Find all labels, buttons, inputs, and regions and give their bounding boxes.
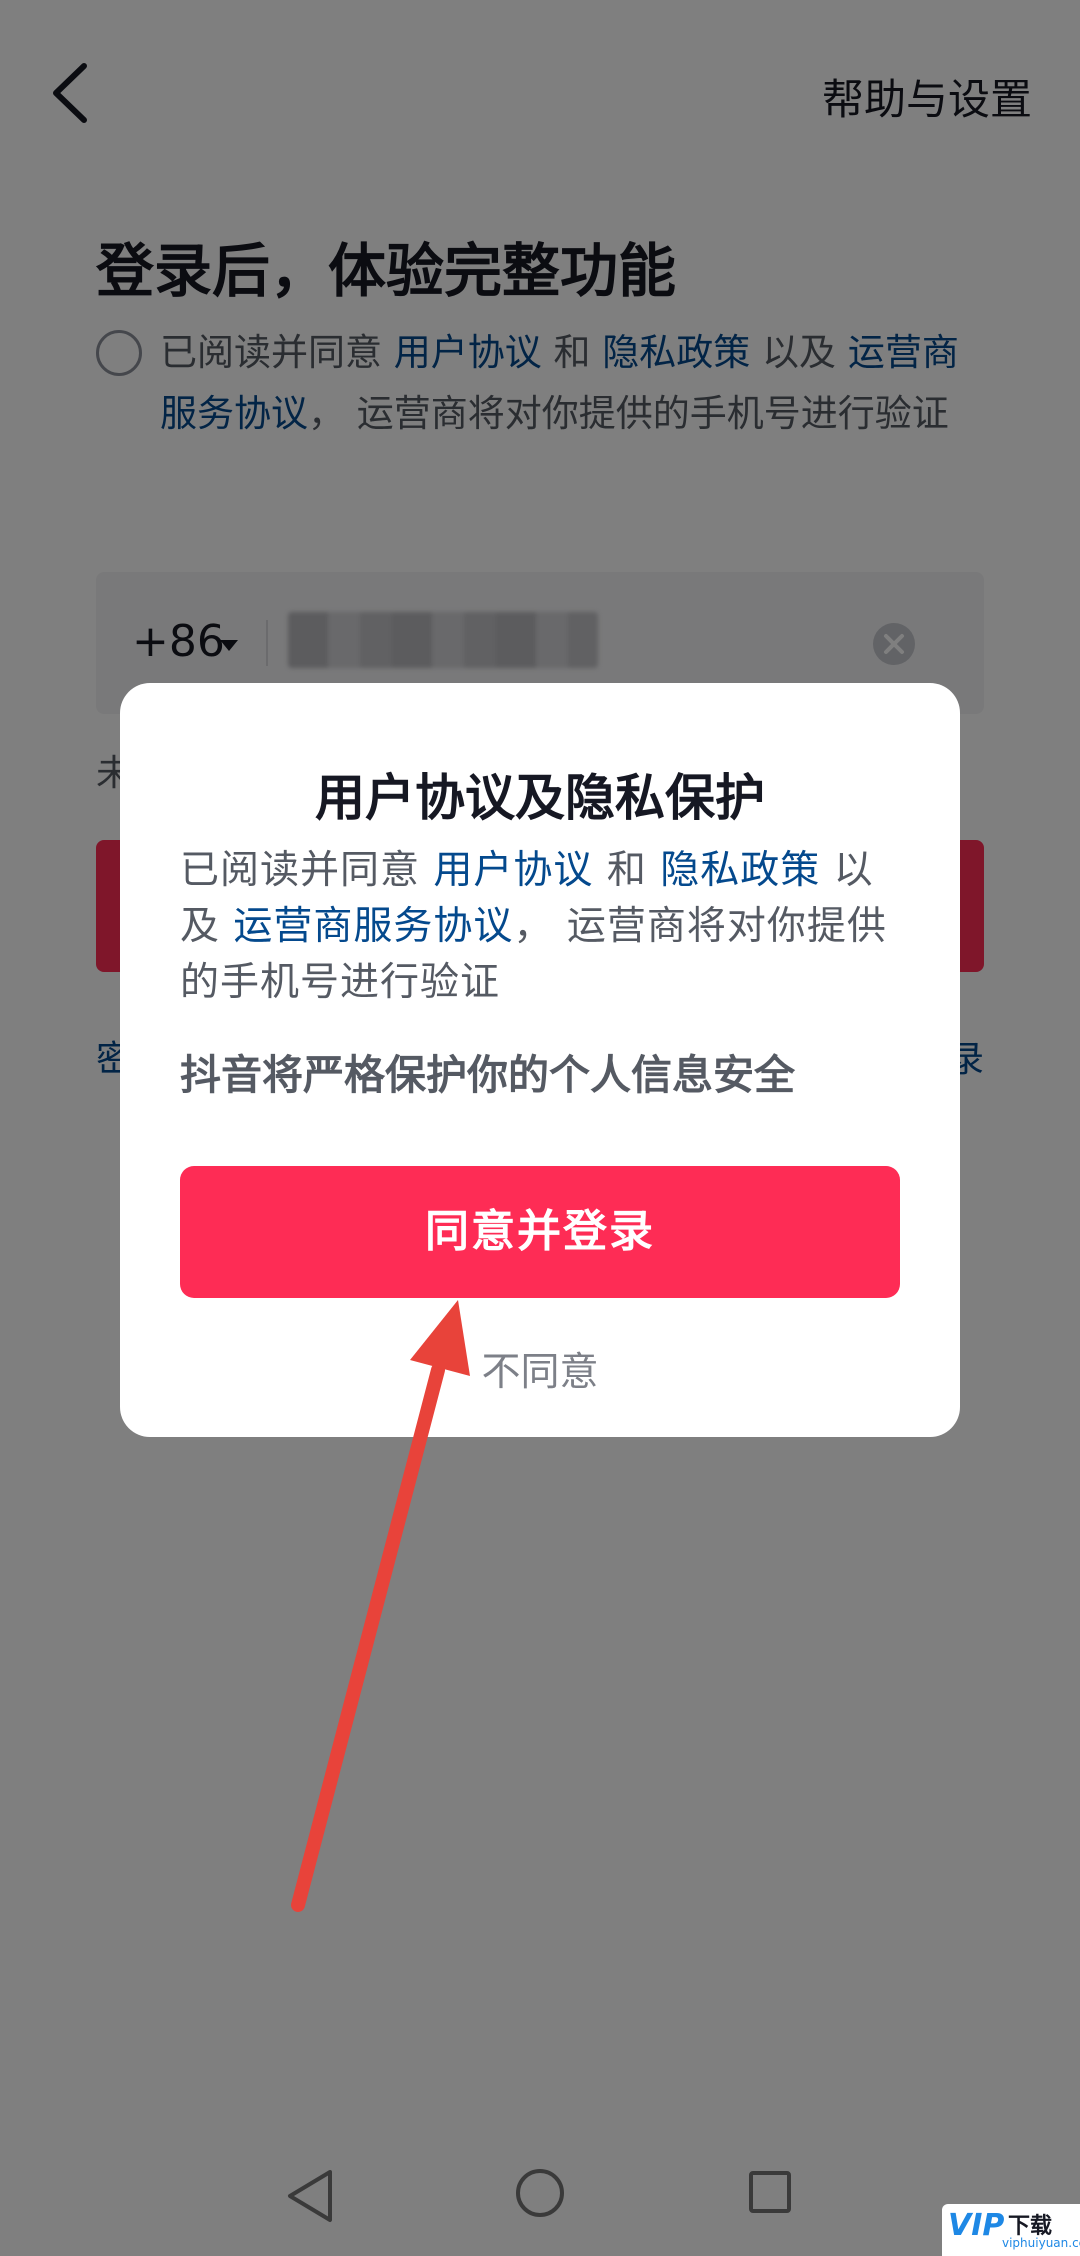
circle-home-icon — [516, 2169, 564, 2217]
nav-home-button[interactable] — [515, 2168, 565, 2218]
nav-back-button[interactable] — [282, 2166, 338, 2226]
privacy-note: 抖音将严格保护你的个人信息安全 — [180, 1051, 795, 1099]
body-and: 和 — [593, 848, 661, 893]
triangle-back-icon — [288, 2170, 332, 2222]
watermark: VIP 下载 viphuiyuan.cc — [942, 2204, 1080, 2256]
square-recent-icon — [749, 2171, 791, 2213]
privacy-dialog: 用户协议及隐私保护 已阅读并同意 用户协议 和 隐私政策 以及 运营商服务协议，… — [120, 683, 960, 1437]
watermark-url: viphuiyuan.cc — [1002, 2236, 1080, 2250]
dialog-title: 用户协议及隐私保护 — [315, 769, 765, 827]
nav-recent-button[interactable] — [748, 2170, 792, 2214]
dialog-carrier-agreement-link[interactable]: 运营商服务协议 — [233, 904, 513, 949]
dialog-user-agreement-link[interactable]: 用户协议 — [433, 848, 593, 893]
watermark-logo: VIP — [948, 2208, 1005, 2243]
body-prefix: 已阅读并同意 — [180, 848, 434, 893]
disagree-button[interactable]: 不同意 — [120, 1341, 960, 1397]
agree-login-button[interactable]: 同意并登录 — [180, 1166, 900, 1298]
dialog-privacy-policy-link[interactable]: 隐私政策 — [660, 848, 820, 893]
dialog-body: 已阅读并同意 用户协议 和 隐私政策 以及 运营商服务协议， 运营商将对你提供的… — [180, 843, 910, 1011]
